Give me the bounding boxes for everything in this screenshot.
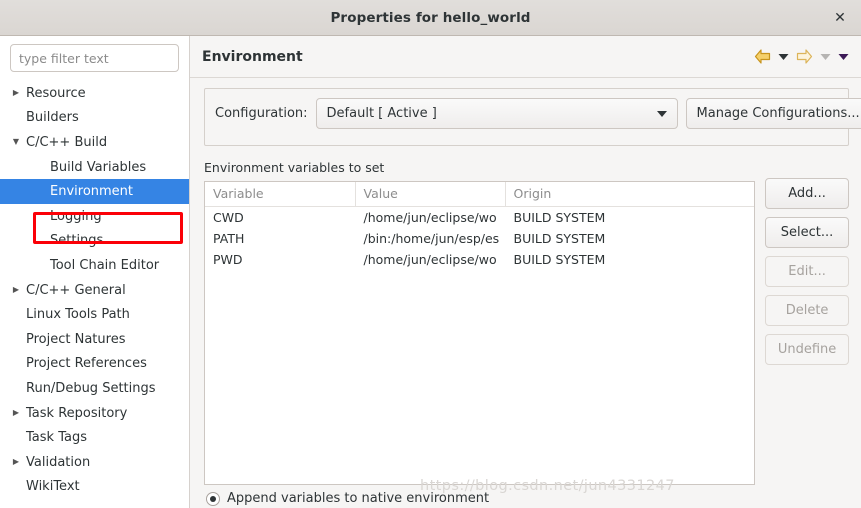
sidebar-item-label: Tool Chain Editor — [50, 257, 160, 273]
cell-value: /home/jun/eclipse/wo — [355, 206, 506, 228]
variables-table-column: Environment variables to set Variable Val… — [204, 160, 756, 485]
cell-variable: CWD — [205, 206, 356, 228]
sidebar-item-linux-tools-path[interactable]: Linux Tools Path — [0, 302, 189, 327]
append-variables-row[interactable]: Append variables to native environment — [204, 485, 849, 508]
table-row[interactable]: PWD/home/jun/eclipse/wo BUILD SYSTEM — [205, 249, 755, 270]
chevron-down-icon — [656, 110, 667, 117]
back-dropdown-icon[interactable] — [778, 53, 789, 61]
chevron-right-icon[interactable]: ▶ — [8, 409, 24, 417]
filter-wrapper — [0, 44, 189, 78]
back-arrow-icon[interactable] — [754, 49, 771, 64]
column-header-origin[interactable]: Origin — [505, 182, 754, 207]
window-title: Properties for hello_world — [330, 9, 531, 26]
sidebar-item-label: Builders — [26, 110, 79, 126]
sidebar-item-label: Linux Tools Path — [26, 307, 130, 323]
sidebar-item-label: C/C++ General — [26, 282, 126, 298]
select-button[interactable]: Select... — [765, 217, 850, 248]
sidebar-item-label: Run/Debug Settings — [26, 380, 156, 396]
radio-dot-icon — [210, 495, 216, 502]
sidebar-item-tool-chain-editor[interactable]: Tool Chain Editor — [0, 253, 189, 278]
sidebar-item-settings[interactable]: Settings — [0, 229, 189, 254]
forward-arrow-icon[interactable] — [796, 49, 813, 64]
cell-origin: BUILD SYSTEM — [505, 206, 755, 228]
cell-value: /bin:/home/jun/esp/es — [355, 228, 506, 249]
properties-dialog: Properties for hello_world ✕ ▶ResourceBu… — [0, 0, 861, 508]
sidebar-item-project-natures[interactable]: Project Natures — [0, 327, 189, 352]
cell-variable: PATH — [205, 228, 356, 249]
page-title: Environment — [202, 48, 303, 65]
sidebar-item-run-debug-settings[interactable]: Run/Debug Settings — [0, 376, 189, 401]
undefine-button: Undefine — [765, 334, 850, 365]
sidebar-item-label: Environment — [50, 184, 134, 200]
sidebar-item-task-repository[interactable]: ▶ Task Repository — [0, 401, 189, 426]
forward-dropdown-icon[interactable] — [820, 53, 831, 61]
sidebar-item-c-c-general[interactable]: ▶ C/C++ General — [0, 278, 189, 303]
sidebar-item-label: Validation — [26, 454, 91, 470]
sidebar-item-logging[interactable]: Logging — [0, 204, 189, 229]
settings-pane: Environment Configuration: Default [Act… — [190, 36, 861, 508]
sidebar-item-label: Settings — [50, 233, 104, 249]
close-icon[interactable]: ✕ — [827, 5, 853, 31]
append-variables-radio[interactable] — [206, 491, 220, 506]
navigation-icons — [754, 49, 849, 64]
cell-variable: PWD — [205, 249, 356, 270]
sidebar-item-label: Logging — [50, 208, 102, 224]
pane-inner: Configuration: Default [ Active ] Manage… — [190, 78, 861, 508]
sidebar-item-c-c-build[interactable]: ▼ C/C++ Build — [0, 130, 189, 155]
dialog-body: ▶ResourceBuilders▼C/C++ BuildBuild Varia… — [0, 36, 861, 508]
column-header-value[interactable]: Value — [355, 182, 506, 207]
sidebar-item-project-references[interactable]: Project References — [0, 352, 189, 377]
configuration-row: Configuration: Default [ Active ] Manage… — [215, 98, 861, 129]
cell-origin: BUILD SYSTEM — [505, 249, 755, 270]
sidebar-item-label: Project References — [26, 356, 147, 372]
table-header-row: Variable Value Origin — [205, 182, 754, 207]
column-header-variable[interactable]: Variable — [205, 182, 356, 207]
sidebar-item-label: Task Repository — [26, 405, 128, 421]
sidebar-item-build-variables[interactable]: Build Variables — [0, 155, 189, 180]
configuration-dropdown-value: Default [ Active ] — [326, 106, 437, 121]
chevron-right-icon[interactable]: ▶ — [8, 458, 24, 466]
cell-value: /home/jun/eclipse/wo — [355, 249, 506, 270]
variables-caption: Environment variables to set — [204, 160, 385, 175]
title-bar: Properties for hello_world ✕ — [0, 0, 861, 36]
delete-button: Delete — [765, 295, 850, 326]
manage-configurations-button[interactable]: Manage Configurations... — [685, 98, 861, 129]
sidebar-item-validation[interactable]: ▶ Validation — [0, 450, 189, 475]
table-body: CWD/home/jun/eclipse/wo BUILD SYSTEM PATH /… — [205, 206, 755, 270]
chevron-right-icon[interactable]: ▶ — [8, 89, 24, 97]
variables-section: Environment variables to set Variable Val… — [204, 160, 850, 485]
variables-table: Variable Value Origin CWD/home/jun/eclipse… — [205, 182, 755, 270]
sidebar-item-label: Build Variables — [50, 159, 147, 175]
cell-origin: BUILD SYSTEM — [505, 228, 755, 249]
configuration-group: Configuration: Default [ Active ] Manage… — [204, 88, 861, 146]
variables-action-buttons: Add... Select... Edit... Delete Undefine — [765, 160, 850, 485]
sidebar-item-environment[interactable]: Environment — [0, 179, 189, 204]
sidebar-item-label: Project Natures — [26, 331, 126, 347]
table-row[interactable]: PATH/bin:/home/jun/esp/es BUILD SYSTEM — [205, 228, 755, 249]
sidebar-item-resource[interactable]: ▶ Resource — [0, 81, 189, 106]
add-button[interactable]: Add... — [765, 178, 850, 209]
sidebar-item-label: C/C++ Build — [26, 134, 108, 150]
page-header: Environment — [190, 36, 861, 78]
configuration-label: Configuration: — [215, 106, 308, 121]
sidebar-item-label: Task Tags — [26, 430, 87, 446]
sidebar-item-task-tags[interactable]: Task Tags — [0, 425, 189, 450]
variables-table-box[interactable]: Variable Value Origin CWD/home/jun/eclipse… — [204, 181, 756, 485]
configuration-dropdown[interactable]: Default [ Active ] — [315, 98, 678, 129]
table-row[interactable]: CWD/home/jun/eclipse/wo BUILD SYSTEM — [205, 206, 755, 228]
chevron-down-icon[interactable]: ▼ — [8, 138, 24, 146]
edit-button: Edit... — [765, 256, 850, 287]
settings-tree-sidebar: ▶ResourceBuilders▼C/C++ BuildBuild Varia… — [0, 36, 190, 508]
sidebar-item-builders[interactable]: Builders — [0, 106, 189, 131]
chevron-right-icon[interactable]: ▶ — [8, 286, 24, 294]
sidebar-item-wikitext[interactable]: WikiText — [0, 475, 189, 500]
menu-dropdown-icon[interactable] — [838, 53, 849, 61]
settings-tree: ▶ Resource Builders ▼ C/C++ Build Build Varia… — [0, 81, 189, 499]
sidebar-item-label: Resource — [26, 85, 86, 101]
filter-input[interactable] — [10, 44, 179, 72]
append-variables-label: Append variables to native environment — [227, 491, 490, 506]
sidebar-item-label: WikiText — [26, 479, 80, 495]
